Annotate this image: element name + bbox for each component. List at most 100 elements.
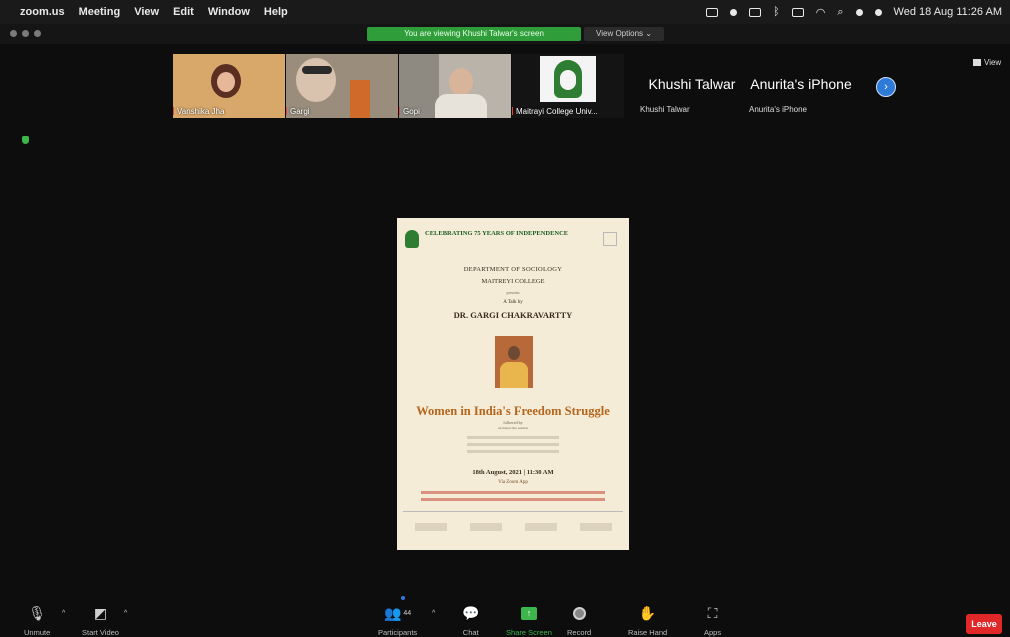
start-video-label: Start Video bbox=[82, 628, 119, 637]
participant-name: Anurita's iPhone bbox=[749, 105, 808, 114]
muted-mic-icon bbox=[286, 107, 287, 115]
chat-button[interactable]: 💬 Chat bbox=[462, 605, 479, 637]
poster-followed-by-detail: an interactive session bbox=[498, 426, 528, 430]
poster-faint-line bbox=[467, 450, 559, 453]
start-video-button[interactable]: ◩ Start Video bbox=[82, 605, 119, 637]
poster-department: DEPARTMENT OF SOCIOLOGY bbox=[463, 266, 563, 273]
participant-tile[interactable]: Anurita's iPhone Anurita's iPhone bbox=[745, 54, 857, 118]
menu-app-zoom[interactable]: zoom.us bbox=[20, 6, 65, 18]
view-label: View bbox=[984, 58, 1002, 67]
encryption-shield-icon[interactable] bbox=[22, 136, 29, 144]
participant-display-name: Anurita's iPhone bbox=[750, 76, 852, 92]
menu-bar: zoom.us Meeting View Edit Window Help ᛒ … bbox=[0, 0, 1010, 24]
raise-hand-button[interactable]: ✋ Raise Hand bbox=[628, 605, 667, 637]
battery-icon[interactable] bbox=[791, 7, 804, 17]
apps-label: Apps bbox=[704, 628, 722, 637]
participant-tile[interactable]: Gopi bbox=[399, 54, 511, 118]
azadi-logo bbox=[603, 232, 617, 246]
apps-icon: ⛶ bbox=[707, 605, 718, 621]
participant-video bbox=[296, 58, 336, 102]
view-options-button[interactable]: View Options ⌄ bbox=[584, 27, 664, 41]
bluetooth-icon[interactable]: ᛒ bbox=[773, 6, 780, 18]
zoom-window-button[interactable] bbox=[34, 30, 41, 37]
menu-edit[interactable]: Edit bbox=[173, 6, 194, 18]
participant-name: Maitrayi College Univ... bbox=[516, 107, 598, 116]
menu-meeting[interactable]: Meeting bbox=[79, 6, 121, 18]
muted-mic-icon bbox=[512, 107, 513, 115]
participant-name: Gopi bbox=[403, 107, 420, 116]
participants-label: Participants bbox=[378, 628, 418, 637]
poster-speaker: DR. GARGI CHAKRAVARTTY bbox=[453, 310, 573, 320]
participant-tile[interactable]: Gargi bbox=[286, 54, 398, 118]
leave-button[interactable]: Leave bbox=[966, 614, 1002, 634]
participant-name: Vanshika Jha bbox=[177, 107, 225, 116]
poster-talk-by: A Talk by bbox=[503, 300, 523, 305]
spotlight-search-icon[interactable]: ⌕ bbox=[837, 6, 843, 19]
minimize-window-button[interactable] bbox=[22, 30, 29, 37]
wifi-icon[interactable]: ◠ bbox=[816, 6, 826, 19]
share-screen-button[interactable]: ↑ Share Screen bbox=[506, 605, 552, 637]
meeting-toolbar: 🎙 Unmute ^ ◩ Start Video ^ 👥 44 Participa… bbox=[0, 600, 1010, 637]
screen-share-banner: You are viewing Khushi Talwar's screen bbox=[367, 27, 581, 41]
participants-icon: 👥 44 bbox=[383, 605, 412, 621]
share-screen-label: Share Screen bbox=[506, 628, 552, 637]
menu-window[interactable]: Window bbox=[208, 6, 250, 18]
record-button[interactable]: Record bbox=[567, 605, 591, 637]
muted-mic-icon bbox=[399, 107, 400, 115]
menu-clock[interactable]: Wed 18 Aug 11:26 AM bbox=[894, 6, 1002, 18]
shared-screen-poster: CELEBRATING 75 YEARS OF INDEPENDENCE DEP… bbox=[397, 218, 629, 550]
control-center-icon[interactable] bbox=[855, 8, 863, 16]
view-layout-button[interactable]: View bbox=[973, 58, 1001, 67]
audio-options-caret[interactable]: ^ bbox=[62, 610, 65, 617]
unmute-button[interactable]: 🎙 Unmute bbox=[24, 605, 50, 637]
poster-faint-line bbox=[467, 443, 559, 446]
close-window-button[interactable] bbox=[10, 30, 17, 37]
zoom-status-icon[interactable] bbox=[730, 8, 738, 16]
participant-background bbox=[350, 80, 370, 118]
poster-footer bbox=[403, 511, 623, 541]
display-icon[interactable] bbox=[749, 7, 762, 17]
participant-tile[interactable]: Maitrayi College Univ... bbox=[512, 54, 624, 118]
menu-help[interactable]: Help bbox=[264, 6, 288, 18]
window-controls bbox=[10, 30, 41, 37]
participants-button[interactable]: 👥 44 Participants bbox=[378, 605, 417, 637]
share-screen-icon: ↑ bbox=[520, 607, 537, 620]
screen-record-icon[interactable] bbox=[706, 7, 719, 17]
poster-followed-by: followed by bbox=[503, 420, 523, 425]
participant-name: Gargi bbox=[290, 107, 310, 116]
college-logo bbox=[405, 230, 419, 248]
participant-face bbox=[449, 68, 473, 96]
participant-body bbox=[435, 94, 487, 118]
poster-date: 18th August, 2021 | 11:30 AM bbox=[472, 469, 554, 476]
poster-link-line bbox=[421, 491, 605, 494]
participant-tile[interactable]: Khushi Talwar Khushi Talwar bbox=[636, 54, 748, 118]
grid-icon bbox=[973, 59, 981, 66]
muted-mic-icon bbox=[173, 107, 174, 115]
poster-header: CELEBRATING 75 YEARS OF INDEPENDENCE bbox=[425, 230, 569, 237]
siri-icon[interactable] bbox=[874, 8, 882, 16]
next-page-button[interactable]: › bbox=[876, 77, 896, 97]
participant-face bbox=[217, 72, 235, 92]
college-logo bbox=[540, 56, 596, 102]
participant-name: Khushi Talwar bbox=[640, 105, 690, 114]
muted-microphone-icon: 🎙 bbox=[28, 605, 47, 621]
unmute-label: Unmute bbox=[24, 628, 51, 637]
chat-label: Chat bbox=[462, 628, 479, 637]
speaker-photo bbox=[495, 336, 533, 388]
video-options-caret[interactable]: ^ bbox=[124, 610, 127, 617]
apps-button[interactable]: ⛶ Apps bbox=[704, 605, 721, 637]
participant-strip: Vanshika Jha Gargi Gopi Maitrayi College… bbox=[0, 44, 1010, 124]
participants-options-caret[interactable]: ^ bbox=[432, 610, 435, 617]
poster-talk-title: Women in India's Freedom Struggle bbox=[416, 404, 610, 418]
menu-view[interactable]: View bbox=[134, 6, 159, 18]
hand-icon: ✋ bbox=[638, 605, 657, 621]
participant-count: 44 bbox=[403, 610, 412, 617]
participant-tile[interactable]: Vanshika Jha bbox=[173, 54, 285, 118]
raise-hand-label: Raise Hand bbox=[628, 628, 668, 637]
poster-platform: Via Zoom App bbox=[498, 480, 528, 485]
window-title-bar: You are viewing Khushi Talwar's screen V… bbox=[0, 24, 1010, 44]
glasses bbox=[302, 66, 332, 74]
poster-presents: presents bbox=[506, 290, 520, 295]
chat-icon: 💬 bbox=[462, 605, 480, 621]
participant-display-name: Khushi Talwar bbox=[648, 76, 736, 92]
